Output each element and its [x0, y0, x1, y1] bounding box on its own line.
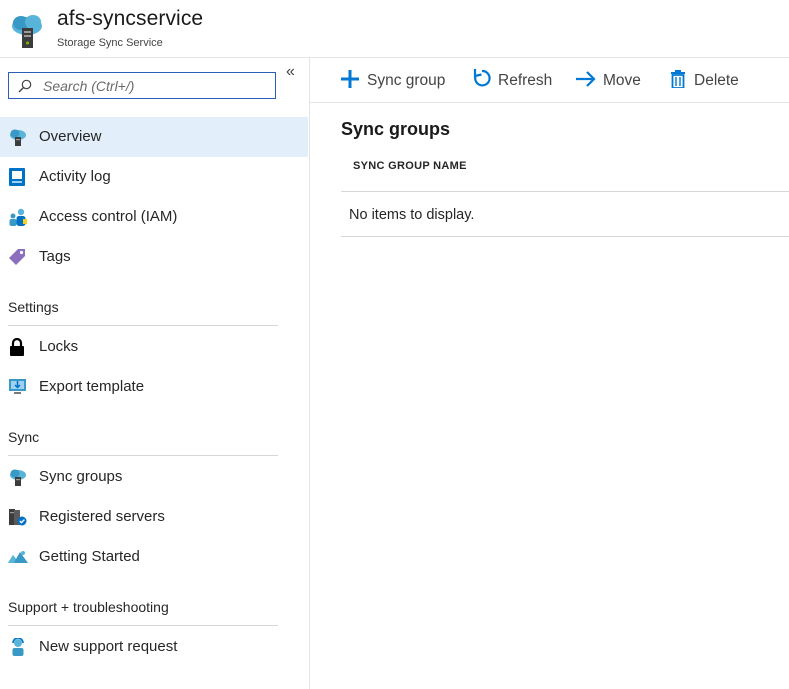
sync-groups-icon	[10, 469, 26, 486]
section-heading-settings: Settings	[8, 299, 59, 315]
sidebar: « Overview Activity log Access control (…	[0, 58, 310, 689]
iam-icon	[9, 208, 27, 226]
sidebar-item-label: Getting Started	[39, 548, 140, 565]
delete-button[interactable]: Delete	[670, 68, 746, 92]
sidebar-item-sync-groups[interactable]: Sync groups	[0, 457, 308, 497]
table-header-divider	[341, 191, 789, 192]
sidebar-item-tags[interactable]: Tags	[0, 237, 308, 277]
sidebar-item-new-support-request[interactable]: New support request	[0, 627, 308, 667]
getting-started-icon	[8, 551, 28, 563]
trash-icon	[671, 70, 685, 88]
refresh-label: Refresh	[498, 72, 553, 89]
column-header-sync-group-name[interactable]: SYNC GROUP NAME	[353, 160, 467, 172]
sidebar-item-overview[interactable]: Overview	[0, 117, 308, 157]
blade-header: afs-syncservice Storage Sync Service	[0, 0, 789, 58]
sidebar-item-label: Locks	[39, 338, 79, 355]
sidebar-item-label: Sync groups	[39, 468, 123, 485]
page-title: afs-syncservice	[57, 7, 204, 30]
sidebar-item-getting-started[interactable]: Getting Started	[0, 537, 308, 577]
sync-service-icon	[10, 129, 26, 146]
move-button[interactable]: Move	[576, 68, 646, 92]
registered-servers-icon	[9, 509, 27, 526]
section-heading-sync: Sync	[8, 429, 40, 445]
tag-icon	[9, 249, 25, 265]
sidebar-item-label: Overview	[39, 128, 102, 145]
command-bar: Sync group Refresh Move Delete	[310, 58, 789, 103]
plus-icon	[341, 70, 359, 88]
search-input[interactable]	[43, 76, 268, 95]
sidebar-item-label: Export template	[39, 378, 145, 395]
sidebar-item-export-template[interactable]: Export template	[0, 367, 308, 407]
move-label: Move	[603, 72, 641, 89]
add-sync-group-button[interactable]: Sync group	[341, 68, 451, 92]
sidebar-item-label: New support request	[39, 638, 178, 655]
sidebar-item-registered-servers[interactable]: Registered servers	[0, 497, 308, 537]
delete-label: Delete	[694, 72, 739, 89]
collapse-sidebar-button[interactable]: «	[286, 64, 295, 80]
sidebar-item-label: Access control (IAM)	[39, 208, 178, 225]
sidebar-item-access-control[interactable]: Access control (IAM)	[0, 197, 308, 237]
section-title: Sync groups	[341, 119, 451, 139]
sidebar-item-locks[interactable]: Locks	[0, 327, 308, 367]
refresh-icon	[473, 69, 491, 87]
sidebar-item-label: Activity log	[39, 168, 111, 185]
section-heading-support: Support + troubleshooting	[8, 599, 169, 615]
section-divider	[8, 625, 278, 626]
section-divider	[8, 455, 278, 456]
search-box[interactable]	[8, 72, 276, 99]
lock-icon	[10, 338, 24, 356]
support-request-icon	[12, 638, 24, 656]
arrow-right-icon	[576, 71, 596, 87]
storage-sync-service-icon	[12, 15, 42, 48]
section-divider	[8, 325, 278, 326]
export-template-icon	[9, 379, 26, 394]
table-bottom-divider	[341, 236, 789, 237]
add-sync-group-label: Sync group	[367, 72, 446, 89]
sidebar-item-label: Tags	[39, 248, 71, 265]
sidebar-item-label: Registered servers	[39, 508, 165, 525]
refresh-button[interactable]: Refresh	[472, 68, 554, 92]
search-icon	[18, 79, 32, 93]
page-subtitle: Storage Sync Service	[57, 37, 163, 49]
sidebar-item-activity-log[interactable]: Activity log	[0, 157, 308, 197]
empty-table-message: No items to display.	[349, 207, 475, 223]
activity-log-icon	[9, 168, 25, 186]
